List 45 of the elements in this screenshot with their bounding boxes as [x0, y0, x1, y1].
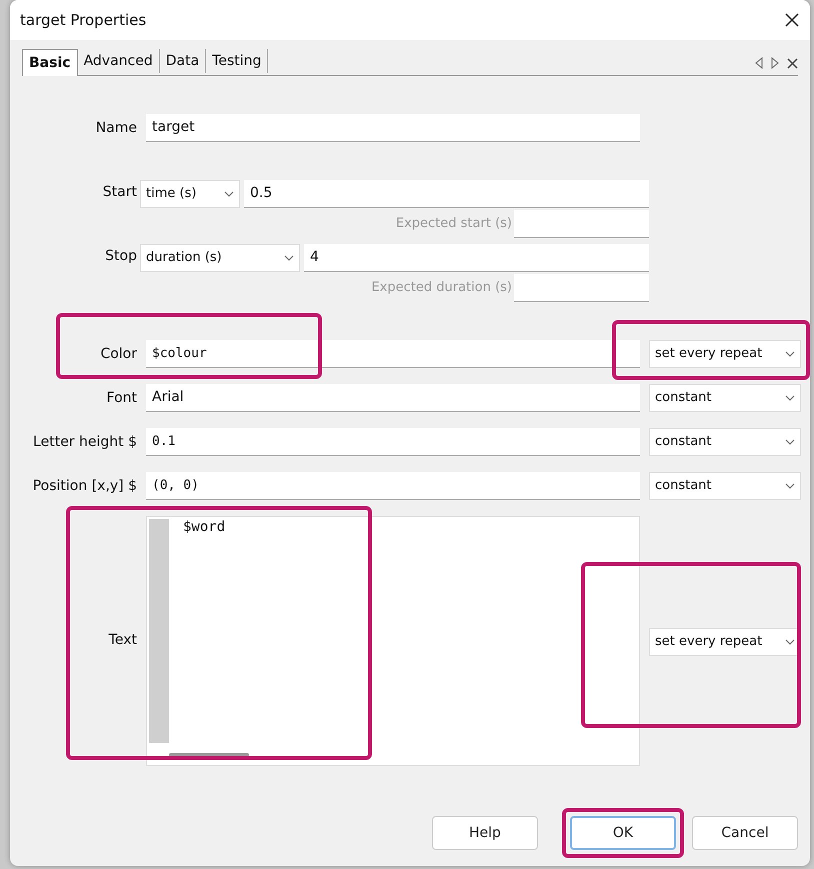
caret-icon [785, 639, 795, 645]
unit-dropdown[interactable]: time (s) [140, 180, 240, 208]
window-title: target Properties [20, 10, 146, 31]
tab[interactable]: Basic [22, 49, 78, 76]
field-label: Color [99, 345, 137, 364]
update-dropdown[interactable]: constant [649, 428, 801, 456]
field-label: Start [102, 183, 137, 202]
expected-field[interactable] [514, 210, 649, 238]
expected-label: Expected duration (s) [371, 279, 512, 298]
value-field[interactable]: Arial [146, 384, 640, 412]
dialog-button[interactable]: Help [432, 816, 538, 850]
caret-icon [785, 351, 795, 357]
dialog-button[interactable]: Cancel [692, 816, 798, 850]
caret-icon [785, 395, 795, 401]
dialog-button[interactable]: OK [570, 816, 676, 850]
expected-field[interactable] [514, 274, 649, 302]
update-dropdown[interactable]: constant [649, 384, 801, 412]
field-label: Text [108, 631, 137, 650]
update-dropdown[interactable]: set every repeat [649, 340, 801, 368]
caret-icon [284, 255, 294, 261]
field-label: Name [94, 119, 137, 138]
close-tab-icon[interactable] [787, 58, 798, 68]
field-label: Stop [104, 247, 137, 266]
tab[interactable]: Advanced [78, 49, 160, 73]
caret-icon [785, 439, 795, 445]
previous-tab-icon[interactable] [755, 57, 763, 69]
field-label: Letter height $ [32, 433, 137, 452]
field-label: Font [106, 389, 137, 408]
code-editor[interactable]: $word [146, 516, 640, 766]
next-tab-icon[interactable] [771, 57, 779, 69]
value-field[interactable]: 0.1 [146, 428, 640, 456]
value-field[interactable]: 0.5 [244, 180, 649, 208]
value-field[interactable]: (0, 0) [146, 472, 640, 500]
field-label: Position [x,y] $ [32, 477, 137, 496]
value-field[interactable]: target [146, 114, 640, 142]
unit-dropdown[interactable]: duration (s) [140, 244, 300, 272]
tab[interactable]: Testing [206, 49, 268, 73]
caret-icon [785, 483, 795, 489]
caret-icon [224, 191, 234, 197]
update-dropdown[interactable]: constant [649, 472, 801, 500]
value-field[interactable]: 4 [304, 244, 649, 272]
close-icon[interactable] [784, 12, 800, 28]
value-field[interactable]: $colour [146, 340, 640, 368]
expected-label: Expected start (s) [396, 215, 512, 234]
tab[interactable]: Data [160, 49, 206, 73]
